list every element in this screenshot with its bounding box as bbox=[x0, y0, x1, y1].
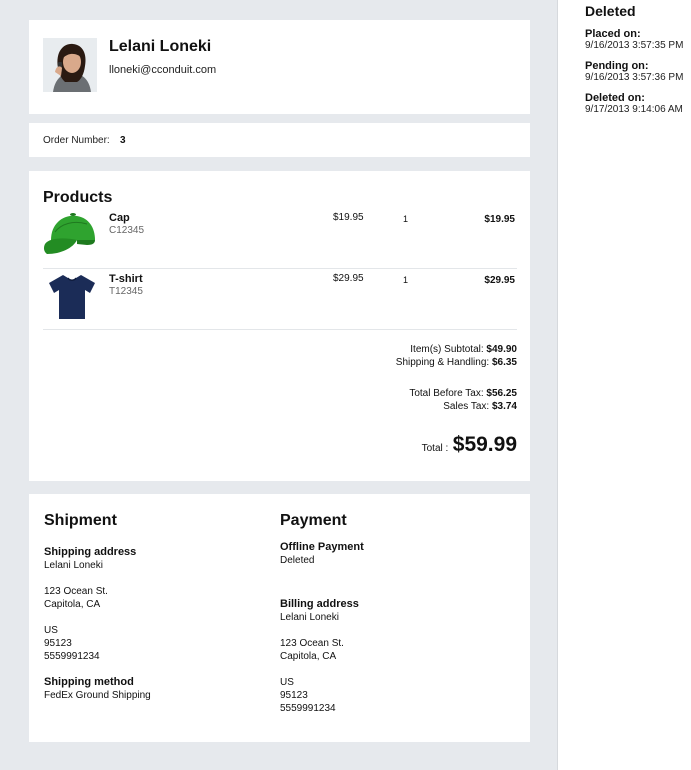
product-line-total: $29.95 bbox=[484, 275, 515, 286]
billing-address-label: Billing address bbox=[280, 598, 359, 610]
subtotal-line: Item(s) Subtotal: $49.90 bbox=[410, 344, 517, 355]
product-line-total: $19.95 bbox=[484, 214, 515, 225]
product-sku: T12345 bbox=[109, 286, 143, 297]
shipping-street: 123 Ocean St. bbox=[44, 586, 108, 597]
product-quantity: 1 bbox=[403, 214, 409, 224]
billing-zip: 95123 bbox=[280, 690, 308, 701]
shipment-title: Shipment bbox=[44, 512, 117, 529]
shipping-value: $6.35 bbox=[491, 357, 517, 368]
sales-tax-label: Sales Tax: bbox=[443, 401, 490, 412]
before-tax-line: Total Before Tax: $56.25 bbox=[409, 388, 517, 399]
products-card: Products Cap C12345 $19.95 1 $19.95 T-sh… bbox=[29, 171, 530, 481]
shipping-phone: 5559991234 bbox=[44, 651, 100, 662]
order-number-label: Order Number: bbox=[43, 135, 110, 146]
customer-name: Lelani Loneki bbox=[109, 38, 212, 55]
shipping-method: FedEx Ground Shipping bbox=[44, 690, 151, 701]
tshirt-icon bbox=[49, 275, 95, 319]
shipment-payment-card: Shipment Shipping address Lelani Loneki … bbox=[29, 494, 530, 742]
product-price: $19.95 bbox=[333, 212, 364, 223]
status-event: Placed on: 9/16/2013 3:57:35 PM bbox=[585, 28, 691, 51]
before-tax-value: $56.25 bbox=[486, 388, 517, 399]
shipping-name: Lelani Loneki bbox=[44, 560, 103, 571]
customer-card: Lelani Loneki lloneki@cconduit.com bbox=[29, 20, 530, 114]
product-name[interactable]: Cap bbox=[109, 212, 130, 224]
status-event-date: 9/16/2013 3:57:35 PM bbox=[585, 40, 684, 51]
payment-title: Payment bbox=[280, 512, 347, 529]
sales-tax-value: $3.74 bbox=[491, 401, 517, 412]
payment-type-label: Offline Payment bbox=[280, 541, 364, 553]
shipping-label: Shipping & Handling: bbox=[395, 357, 490, 368]
before-tax-label: Total Before Tax: bbox=[409, 388, 484, 399]
shipping-address-label: Shipping address bbox=[44, 546, 137, 558]
order-number-card: Order Number: 3 bbox=[29, 123, 530, 157]
status-event-label: Pending on: bbox=[585, 60, 649, 72]
shipping-method-label: Shipping method bbox=[44, 676, 134, 688]
subtotal-label: Item(s) Subtotal: bbox=[410, 344, 484, 355]
shipping-line: Shipping & Handling: $6.35 bbox=[396, 357, 517, 368]
order-number-value: 3 bbox=[120, 135, 126, 146]
customer-email: lloneki@cconduit.com bbox=[109, 64, 217, 76]
grand-total-line: Total : $59.99 bbox=[422, 433, 517, 457]
payment-section: Payment Offline Payment Deleted Billing … bbox=[280, 512, 510, 715]
product-row: Cap C12345 $19.95 1 $19.95 bbox=[43, 208, 517, 269]
cap-icon bbox=[43, 213, 95, 254]
product-quantity: 1 bbox=[403, 275, 409, 285]
status-event-label: Deleted on: bbox=[585, 92, 645, 104]
customer-photo-icon bbox=[43, 38, 97, 92]
grand-total-value: $59.99 bbox=[452, 433, 517, 456]
avatar bbox=[43, 38, 97, 92]
product-row: T-shirt T12345 $29.95 1 $29.95 bbox=[43, 269, 517, 330]
navy-tshirt-image bbox=[43, 271, 101, 321]
status-event: Pending on: 9/16/2013 3:57:36 PM bbox=[585, 60, 691, 83]
product-price: $29.95 bbox=[333, 273, 364, 284]
billing-street: 123 Ocean St. bbox=[280, 638, 344, 649]
shipment-section: Shipment Shipping address Lelani Loneki … bbox=[44, 512, 264, 702]
shipping-country: US bbox=[44, 625, 58, 636]
subtotal-value: $49.90 bbox=[486, 344, 517, 355]
billing-city: Capitola, CA bbox=[280, 651, 337, 662]
status-event-date: 9/16/2013 3:57:36 PM bbox=[585, 72, 684, 83]
order-detail-panel: Lelani Loneki lloneki@cconduit.com Order… bbox=[0, 0, 558, 770]
order-status-panel: Deleted Placed on: 9/16/2013 3:57:35 PM … bbox=[585, 3, 691, 124]
shipping-zip: 95123 bbox=[44, 638, 72, 649]
product-name[interactable]: T-shirt bbox=[109, 273, 143, 285]
billing-phone: 5559991234 bbox=[280, 703, 336, 714]
product-sku: C12345 bbox=[109, 225, 145, 236]
green-cap-image bbox=[43, 210, 101, 260]
order-status-title: Deleted bbox=[585, 3, 636, 19]
sales-tax-line: Sales Tax: $3.74 bbox=[443, 401, 517, 412]
billing-country: US bbox=[280, 677, 294, 688]
products-title: Products bbox=[43, 189, 113, 206]
payment-status: Deleted bbox=[280, 555, 315, 566]
status-event-label: Placed on: bbox=[585, 28, 641, 40]
grand-total-label: Total : bbox=[421, 443, 449, 454]
shipping-city: Capitola, CA bbox=[44, 599, 101, 610]
status-event: Deleted on: 9/17/2013 9:14:06 AM bbox=[585, 92, 691, 115]
status-event-date: 9/17/2013 9:14:06 AM bbox=[585, 104, 683, 115]
billing-name: Lelani Loneki bbox=[280, 612, 339, 623]
